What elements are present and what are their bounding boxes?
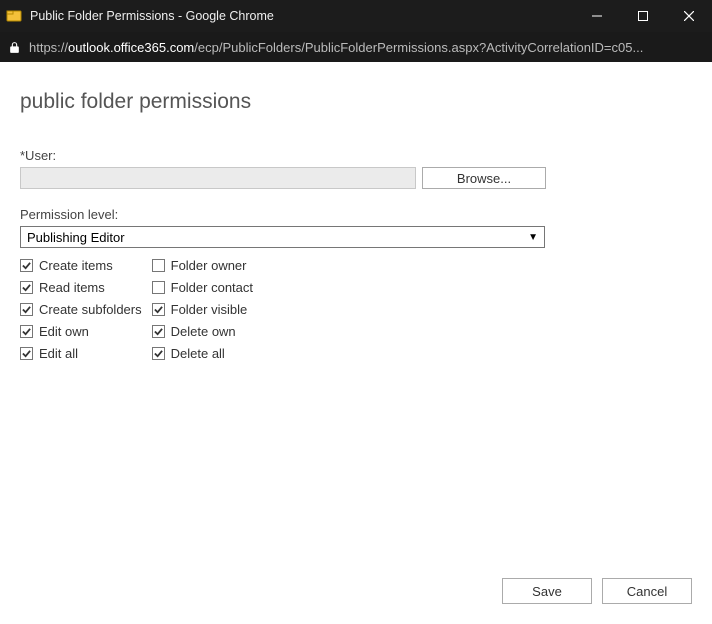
dialog-footer: Save Cancel [502,578,692,604]
user-row: Browse... [20,167,692,189]
user-input[interactable] [20,167,416,189]
checkbox-label: Edit all [39,346,78,361]
window-title: Public Folder Permissions - Google Chrom… [30,9,574,23]
checkbox-col1-3[interactable]: Edit own [20,324,142,339]
save-button[interactable]: Save [502,578,592,604]
checkbox-col1-0[interactable]: Create items [20,258,142,273]
user-label: *User: [20,148,692,163]
checkbox-col2-0[interactable]: Folder owner [152,258,253,273]
permission-level-select[interactable]: Publishing Editor ▼ [20,226,545,248]
browse-button[interactable]: Browse... [422,167,546,189]
url-text: https://outlook.office365.com/ecp/Public… [29,40,643,55]
checkbox-col1-2[interactable]: Create subfolders [20,302,142,317]
checkbox-label: Create items [39,258,113,273]
checkbox-label: Edit own [39,324,89,339]
checkbox-box[interactable] [20,325,33,338]
checkbox-col2-1[interactable]: Folder contact [152,280,253,295]
lock-icon [8,41,21,54]
window-titlebar: Public Folder Permissions - Google Chrom… [0,0,712,32]
checkbox-label: Folder owner [171,258,247,273]
checkbox-box[interactable] [20,259,33,272]
permission-checkboxes: Create items Read items Create subfolders E… [20,258,692,361]
checkbox-col2-4[interactable]: Delete all [152,346,253,361]
checkbox-box[interactable] [20,303,33,316]
checkbox-box[interactable] [20,347,33,360]
minimize-button[interactable] [574,0,620,32]
checkbox-label: Delete own [171,324,236,339]
checkbox-box[interactable] [152,325,165,338]
chevron-down-icon: ▼ [528,232,538,243]
maximize-button[interactable] [620,0,666,32]
checkbox-box[interactable] [20,281,33,294]
url-scheme: https:// [29,40,68,55]
close-button[interactable] [666,0,712,32]
checkbox-box[interactable] [152,259,165,272]
window-controls [574,0,712,32]
checkbox-label: Create subfolders [39,302,142,317]
checkbox-col1-4[interactable]: Edit all [20,346,142,361]
url-domain: outlook.office365.com [68,40,194,55]
checkbox-column-1: Create items Read items Create subfolders E… [20,258,142,361]
address-bar[interactable]: https://outlook.office365.com/ecp/Public… [0,32,712,62]
permission-level-label: Permission level: [20,207,692,222]
checkbox-box[interactable] [152,303,165,316]
app-favicon [6,8,22,24]
page-title: public folder permissions [20,90,692,114]
checkbox-label: Delete all [171,346,225,361]
checkbox-box[interactable] [152,347,165,360]
checkbox-label: Read items [39,280,105,295]
permission-level-value: Publishing Editor [27,230,125,245]
checkbox-label: Folder visible [171,302,248,317]
url-path: /ecp/PublicFolders/PublicFolderPermissio… [194,40,643,55]
cancel-button[interactable]: Cancel [602,578,692,604]
checkbox-label: Folder contact [171,280,253,295]
checkbox-column-2: Folder owner Folder contact Folder visible… [152,258,253,361]
checkbox-col2-3[interactable]: Delete own [152,324,253,339]
page-content: public folder permissions *User: Browse.… [0,62,712,624]
checkbox-col1-1[interactable]: Read items [20,280,142,295]
checkbox-col2-2[interactable]: Folder visible [152,302,253,317]
checkbox-box[interactable] [152,281,165,294]
